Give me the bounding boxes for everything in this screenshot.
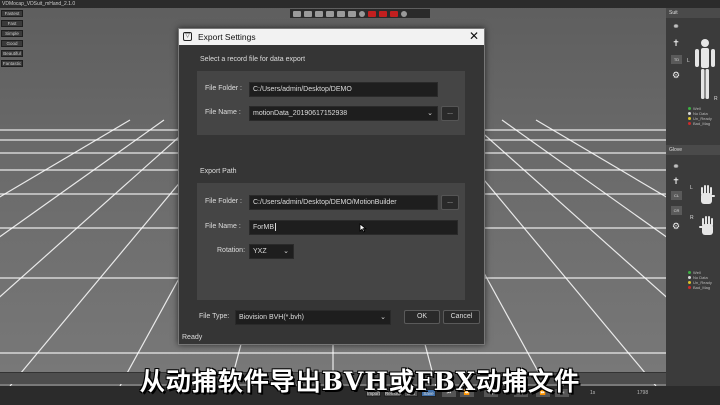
export-folder-label: File Folder :: [205, 198, 242, 205]
text-cursor: [275, 223, 276, 232]
status-dot-icon: [688, 122, 691, 125]
chevron-down-icon: ⌄: [380, 314, 386, 321]
rotation-label: Rotation:: [217, 247, 246, 254]
stop-icon[interactable]: [379, 10, 387, 17]
file-type-value: Biovision BVH(*.bvh): [239, 314, 304, 321]
glove-cr-button[interactable]: CR: [671, 206, 682, 215]
app-title: VDMocap_VDSuit_mHand_2.1.0: [2, 1, 76, 7]
file-type-label: File Type:: [199, 313, 230, 320]
quality-list: Fastest Fast Simple Good Beautiful Fanta…: [1, 10, 23, 70]
suit-right-label: R: [714, 96, 718, 102]
globe-icon[interactable]: [359, 10, 365, 17]
chevron-down-icon: ⌄: [283, 248, 289, 255]
glove-right-label: R: [690, 215, 694, 221]
top-toolbar: [290, 9, 430, 18]
dialog-title: Export Settings: [198, 32, 256, 42]
export-settings-dialog: ▽ Export Settings ✕ Select a record file…: [178, 28, 485, 345]
record-browse-button[interactable]: ...: [441, 106, 459, 121]
quality-simple-button[interactable]: Simple: [1, 30, 23, 37]
suit-left-label: L: [687, 58, 690, 64]
glove-panel-header: Glove: [666, 145, 720, 155]
suit-panel-header: Suit: [666, 8, 720, 18]
mouse-cursor-icon: [359, 223, 367, 233]
suit-figure: [695, 39, 715, 99]
export-path-label: Export Path: [200, 168, 237, 175]
suit-td-button[interactable]: TD: [671, 55, 682, 64]
rotation-select[interactable]: YXZ ⌄: [249, 244, 294, 259]
status-dot-icon: [688, 107, 691, 110]
glove-left-label: L: [690, 185, 693, 191]
export-name-label: File Name :: [205, 223, 241, 230]
record-section-label: Select a record file for data export: [200, 56, 306, 63]
sliders-icon[interactable]: [326, 10, 334, 17]
record-group: [197, 71, 465, 135]
export-browse-button[interactable]: ...: [441, 195, 459, 210]
record-folder-field[interactable]: C:/Users/admin/Desktop/DEMO: [249, 82, 438, 97]
quality-fastest-button[interactable]: Fastest: [1, 10, 23, 17]
info-icon[interactable]: [401, 10, 407, 17]
body-icon[interactable]: ✝: [670, 38, 682, 48]
calendar-icon[interactable]: [304, 10, 312, 17]
record-icon[interactable]: [368, 10, 376, 17]
quality-beautiful-button[interactable]: Beautiful: [1, 50, 23, 57]
app-titlebar: VDMocap_VDSuit_mHand_2.1.0: [0, 0, 720, 8]
cancel-button[interactable]: Cancel: [443, 310, 480, 324]
ok-button[interactable]: OK: [404, 310, 440, 324]
status-dot-icon: [688, 271, 691, 274]
status-text: Ready: [182, 334, 203, 341]
record-name-label: File Name :: [205, 109, 241, 116]
export-name-input[interactable]: ForMB: [249, 220, 458, 235]
export-folder-field[interactable]: C:/Users/admin/Desktop/DEMO/MotionBuilde…: [249, 195, 438, 210]
video-caption: 从动捕软件导出BVH或FBX动捕文件: [139, 367, 581, 396]
export-folder-value: C:/Users/admin/Desktop/DEMO/MotionBuilde…: [253, 199, 397, 206]
gear-icon[interactable]: ⚙: [670, 221, 682, 231]
close-icon[interactable]: ✕: [468, 30, 480, 43]
record-folder-value: C:/Users/admin/Desktop/DEMO: [253, 86, 352, 93]
legend-bad-mag: Bad_Mag: [693, 285, 711, 290]
quality-fantastic-button[interactable]: Fantastic: [1, 60, 23, 67]
right-hand-icon: [699, 216, 713, 235]
film-icon[interactable]: [315, 10, 323, 17]
legend-bad-mag: Bad_Mag: [693, 121, 711, 126]
record-folder-label: File Folder :: [205, 85, 242, 92]
status-dot-icon: [688, 281, 691, 284]
status-dot-icon: [688, 286, 691, 289]
record-name-value: motionData_20190617152938: [253, 110, 348, 117]
quality-good-button[interactable]: Good: [1, 40, 23, 47]
rotation-value: YXZ: [253, 248, 267, 255]
left-hand-icon: [701, 185, 715, 204]
status-dot-icon: [688, 276, 691, 279]
grid-icon[interactable]: [337, 10, 345, 17]
broadcast-icon[interactable]: [390, 10, 398, 17]
dialog-titlebar[interactable]: ▽ Export Settings ✕: [179, 29, 484, 45]
window-icon[interactable]: [293, 10, 301, 17]
link-icon[interactable]: ⚭: [670, 21, 682, 31]
record-name-select[interactable]: motionData_20190617152938 ⌄: [249, 106, 438, 121]
glove-cl-button[interactable]: CL: [671, 191, 682, 200]
file-type-select[interactable]: Biovision BVH(*.bvh) ⌄: [235, 310, 391, 325]
quality-fast-button[interactable]: Fast: [1, 20, 23, 27]
glove-legend: Well No Data Un_Ready Bad_Mag: [688, 270, 712, 290]
suit-legend: Well No Data Un_Ready Bad_Mag: [688, 106, 712, 126]
status-dot-icon: [688, 117, 691, 120]
app-logo-icon: ▽: [183, 32, 192, 41]
status-dot-icon: [688, 112, 691, 115]
gear-icon[interactable]: ⚙: [670, 70, 682, 80]
link-icon[interactable]: ⚭: [670, 161, 682, 171]
body-icon[interactable]: ✝: [670, 176, 682, 186]
export-name-value: ForMB: [253, 224, 274, 231]
chevron-down-icon: ⌄: [427, 110, 433, 117]
right-side-panel: Suit ⚭ ✝ TD ⚙ L R Well No Data Un_Ready …: [666, 8, 720, 386]
camera-icon[interactable]: [348, 10, 356, 17]
